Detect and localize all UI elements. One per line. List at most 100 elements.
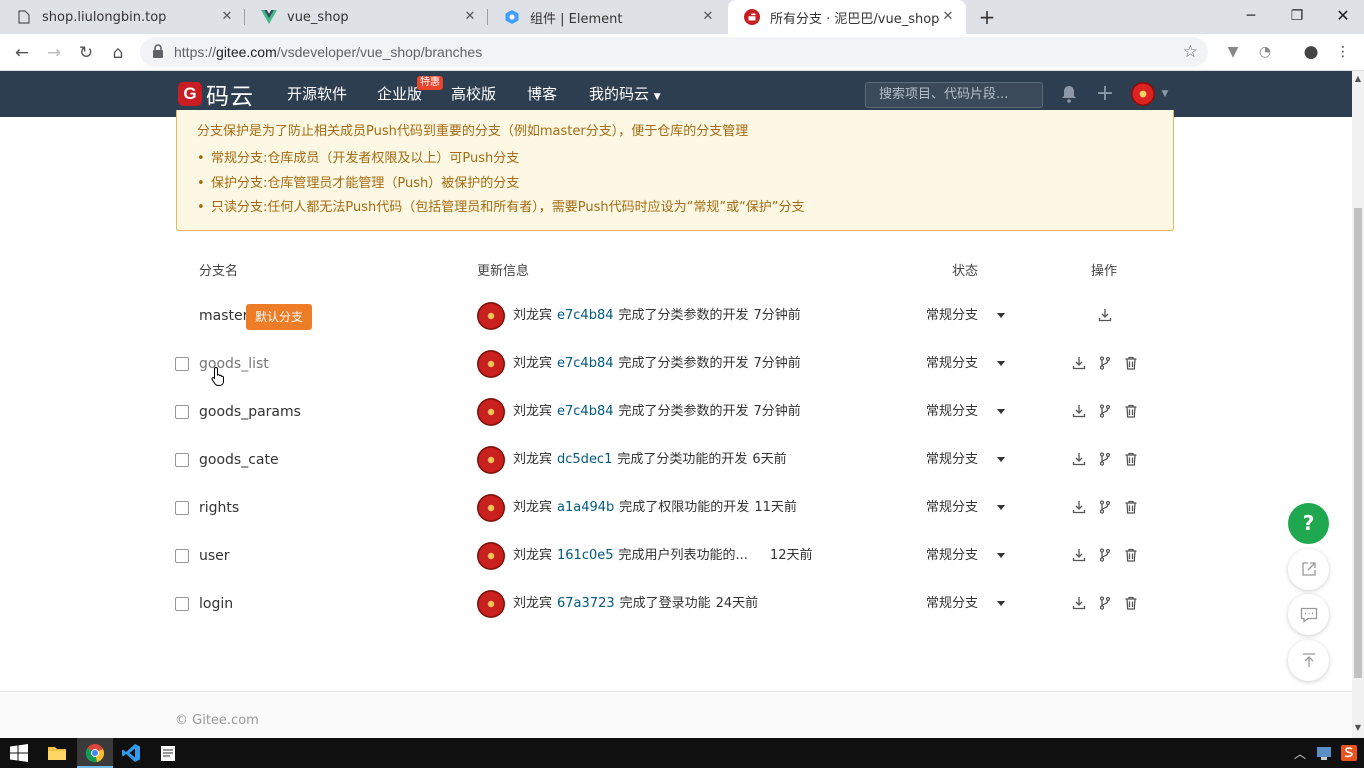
- new-tab-button[interactable]: +: [975, 5, 999, 29]
- commit-sha[interactable]: e7c4b84: [557, 404, 613, 419]
- minimize-button[interactable]: ─: [1228, 0, 1274, 34]
- browser-tab[interactable]: vue_shop ✕: [245, 0, 488, 34]
- chevron-up-icon[interactable]: ︿: [1294, 745, 1306, 762]
- user-avatar[interactable]: [1131, 82, 1155, 106]
- branch-name[interactable]: user: [199, 532, 230, 580]
- close-icon[interactable]: ✕: [219, 9, 235, 25]
- commit-author[interactable]: 刘龙宾: [513, 500, 552, 515]
- commit-sha[interactable]: a1a494b: [557, 500, 614, 515]
- footer-copyright[interactable]: © Gitee.com: [175, 713, 259, 728]
- trash-icon[interactable]: [1124, 548, 1138, 562]
- commit-sha[interactable]: 67a3723: [557, 596, 615, 611]
- scroll-down-arrow-icon[interactable]: ▼: [1354, 723, 1362, 732]
- comment-icon[interactable]: [1288, 594, 1329, 635]
- bell-icon[interactable]: [1058, 83, 1080, 105]
- branch-status-select[interactable]: 常规分支: [926, 292, 978, 340]
- reload-icon[interactable]: ↻: [73, 40, 99, 66]
- trash-icon[interactable]: [1124, 404, 1138, 418]
- commit-author[interactable]: 刘龙宾: [513, 452, 552, 467]
- chrome-icon[interactable]: [85, 743, 105, 763]
- author-avatar[interactable]: [477, 446, 505, 474]
- caret-down-icon[interactable]: [997, 361, 1005, 366]
- branch-status-select[interactable]: 常规分支: [926, 388, 978, 436]
- browser-tab[interactable]: 组件 | Element ✕: [488, 0, 726, 34]
- commit-author[interactable]: 刘龙宾: [513, 308, 552, 323]
- pull-request-icon[interactable]: [1098, 404, 1112, 418]
- extension-icon[interactable]: ◔: [1255, 42, 1275, 62]
- pull-request-icon[interactable]: [1098, 500, 1112, 514]
- branch-status-select[interactable]: 常规分支: [926, 436, 978, 484]
- caret-down-icon[interactable]: [997, 457, 1005, 462]
- branch-checkbox[interactable]: [175, 357, 189, 371]
- branch-checkbox[interactable]: [175, 405, 189, 419]
- branch-checkbox[interactable]: [175, 549, 189, 563]
- author-avatar[interactable]: [477, 398, 505, 426]
- download-icon[interactable]: [1072, 596, 1086, 610]
- back-arrow-icon[interactable]: ←: [9, 40, 35, 66]
- pull-request-icon[interactable]: [1098, 356, 1112, 370]
- trash-icon[interactable]: [1124, 596, 1138, 610]
- commit-sha[interactable]: dc5dec1: [557, 452, 612, 467]
- home-icon[interactable]: ⌂: [105, 40, 131, 66]
- browser-tab-active[interactable]: 所有分支 · 泥巴巴/vue_shop - 码 ✕: [728, 0, 966, 34]
- caret-down-icon[interactable]: [997, 409, 1005, 414]
- trash-icon[interactable]: [1124, 452, 1138, 466]
- branch-checkbox[interactable]: [175, 597, 189, 611]
- vertical-scrollbar[interactable]: ▲ ▼: [1352, 71, 1364, 738]
- vscode-icon[interactable]: [121, 743, 141, 763]
- bookmark-star-icon[interactable]: ☆: [1183, 42, 1198, 62]
- download-icon[interactable]: [1072, 500, 1086, 514]
- pull-request-icon[interactable]: [1098, 548, 1112, 562]
- file-explorer-icon[interactable]: [47, 743, 67, 763]
- notepad-icon[interactable]: [158, 743, 178, 763]
- commit-author[interactable]: 刘龙宾: [513, 596, 552, 611]
- network-icon[interactable]: [1315, 744, 1333, 762]
- author-avatar[interactable]: [477, 302, 505, 330]
- branch-checkbox[interactable]: [175, 453, 189, 467]
- scroll-up-arrow-icon[interactable]: ▲: [1354, 74, 1362, 83]
- caret-down-icon[interactable]: [997, 505, 1005, 510]
- branch-name[interactable]: login: [199, 580, 233, 628]
- pull-request-icon[interactable]: [1098, 596, 1112, 610]
- forward-arrow-icon[interactable]: →: [41, 40, 67, 66]
- menu-icon[interactable]: ⋮: [1333, 42, 1353, 62]
- download-icon[interactable]: [1072, 404, 1086, 418]
- caret-down-icon[interactable]: [997, 601, 1005, 606]
- download-icon[interactable]: [1072, 548, 1086, 562]
- branch-name[interactable]: goods_params: [199, 388, 301, 436]
- branch-status-select[interactable]: 常规分支: [926, 532, 978, 580]
- commit-sha[interactable]: 161c0e5: [557, 548, 614, 563]
- caret-down-icon[interactable]: [997, 553, 1005, 558]
- branch-name[interactable]: master: [199, 292, 248, 340]
- commit-author[interactable]: 刘龙宾: [513, 548, 552, 563]
- close-icon[interactable]: ✕: [700, 9, 716, 25]
- trash-icon[interactable]: [1124, 500, 1138, 514]
- branch-name[interactable]: goods_cate: [199, 436, 279, 484]
- share-icon[interactable]: [1288, 549, 1329, 590]
- address-bar[interactable]: https://gitee.com/vsdeveloper/vue_shop/b…: [140, 37, 1208, 67]
- author-avatar[interactable]: [477, 494, 505, 522]
- branch-checkbox[interactable]: [175, 501, 189, 515]
- help-button[interactable]: ?: [1288, 503, 1329, 544]
- commit-sha[interactable]: e7c4b84: [557, 356, 613, 371]
- caret-down-icon[interactable]: ▼: [1154, 83, 1176, 105]
- pull-request-icon[interactable]: [1098, 452, 1112, 466]
- windows-start-icon[interactable]: [9, 743, 29, 763]
- profile-icon[interactable]: ●: [1301, 42, 1321, 62]
- branch-status-select[interactable]: 常规分支: [926, 580, 978, 628]
- window-close-button[interactable]: ✕: [1320, 0, 1364, 34]
- close-icon[interactable]: ✕: [462, 9, 478, 25]
- extension-icon[interactable]: ▼: [1223, 42, 1243, 62]
- app-tray-icon[interactable]: [1340, 744, 1358, 762]
- restore-button[interactable]: ❐: [1274, 0, 1320, 34]
- commit-sha[interactable]: e7c4b84: [557, 308, 613, 323]
- browser-tab[interactable]: shop.liulongbin.top ✕: [0, 0, 245, 34]
- branch-status-select[interactable]: 常规分支: [926, 484, 978, 532]
- search-input[interactable]: 搜索项目、代码片段...: [865, 82, 1043, 108]
- close-icon[interactable]: ✕: [940, 9, 956, 25]
- scrollbar-thumb[interactable]: [1354, 208, 1362, 678]
- commit-author[interactable]: 刘龙宾: [513, 404, 552, 419]
- gitee-logo[interactable]: G 码云: [178, 80, 254, 110]
- branch-status-select[interactable]: 常规分支: [926, 340, 978, 388]
- plus-icon[interactable]: +: [1094, 83, 1116, 105]
